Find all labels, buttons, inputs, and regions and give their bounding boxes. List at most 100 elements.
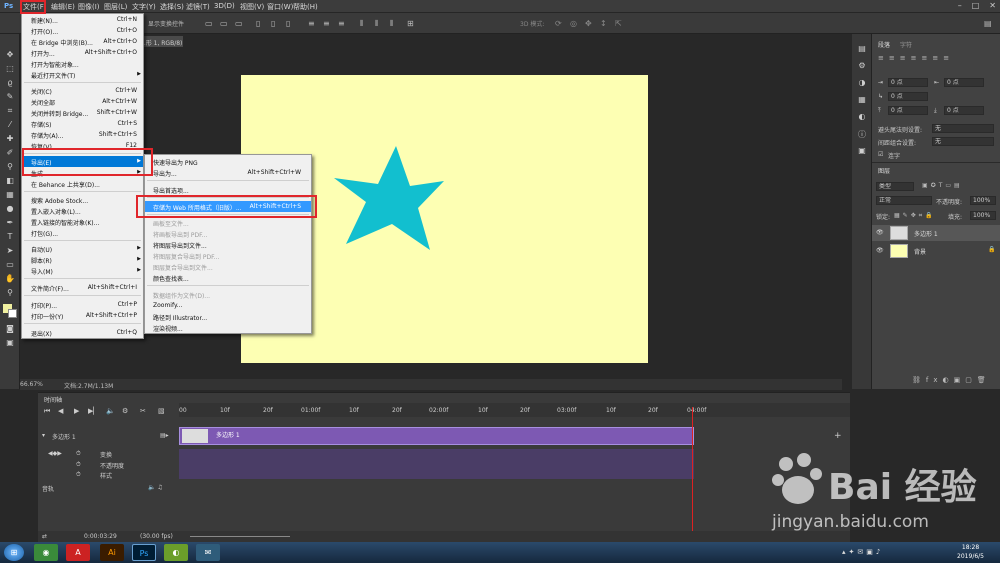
photoshop-icon[interactable]: Ps <box>132 544 156 561</box>
app-icon[interactable]: ◐ <box>164 544 188 561</box>
avoid-select[interactable]: 无 <box>932 124 994 133</box>
audio-icon[interactable]: 🔈 <box>106 407 115 415</box>
close-icon[interactable]: ✕ <box>989 1 996 10</box>
swatches-icon[interactable]: ▦ <box>855 95 869 106</box>
stopwatch-icon[interactable]: ⏱ <box>76 471 81 479</box>
menu-item-recent[interactable]: 最近打开文件(T) ▶ <box>22 69 143 80</box>
3d-slide-icon[interactable]: ↕ <box>600 19 607 28</box>
align-left-icon[interactable]: ▯ <box>256 19 260 28</box>
3d-scale-icon[interactable]: ⇱ <box>615 19 622 28</box>
minimize-icon[interactable]: – <box>958 1 962 10</box>
distribute-right-icon[interactable]: ⦀ <box>390 19 394 29</box>
properties-icon[interactable]: ⚙ <box>855 61 869 72</box>
workspace-switcher-icon[interactable]: ▤ <box>984 19 992 28</box>
paragraph-align-icons[interactable]: ≡≡≡≡≡≡≡ <box>878 54 988 64</box>
keyframe-nav-icon[interactable]: ◀◆▶ <box>48 450 62 457</box>
first-frame-icon[interactable]: ⏮ <box>44 407 50 416</box>
3d-roll-icon[interactable]: ◎ <box>570 19 577 28</box>
menu-item-close-all[interactable]: 关闭全部 Alt+Ctrl+W <box>22 96 143 107</box>
menu-item-new[interactable]: 新建(N)... Ctrl+N <box>22 14 143 25</box>
layer-name[interactable]: 多边形 1 <box>914 229 938 238</box>
clock[interactable]: 18:28 2019/6/5 <box>957 543 984 561</box>
menu-image[interactable]: 图像(I) <box>78 2 100 12</box>
illustrator-icon[interactable]: Ai <box>100 544 124 561</box>
brush-tool-icon[interactable]: ✐ <box>3 148 17 159</box>
stopwatch-icon[interactable]: ⏱ <box>76 450 81 458</box>
ps-logo-icon[interactable]: Ps <box>4 2 13 10</box>
menu-item-open-as[interactable]: 打开为... Alt+Shift+Ctrl+O <box>22 47 143 58</box>
path-select-tool-icon[interactable]: ➤ <box>3 246 17 257</box>
align-middle-icon[interactable]: ▭ <box>220 19 228 28</box>
opacity-field[interactable]: 100% <box>970 196 996 205</box>
lasso-tool-icon[interactable]: ϱ <box>3 78 17 89</box>
add-track-icon[interactable]: + <box>834 431 842 441</box>
maximize-icon[interactable]: □ <box>972 1 980 10</box>
move-tool-icon[interactable]: ✥ <box>3 50 17 61</box>
menu-item-export-as[interactable]: 导出为... Alt+Shift+Ctrl+W <box>145 167 311 178</box>
space-before-field[interactable]: 0 点 <box>888 106 928 115</box>
split-icon[interactable]: ✂ <box>140 407 146 415</box>
layer-row[interactable]: 👁 背景 🔒 <box>872 243 1000 259</box>
menu-item-open-smart[interactable]: 打开为智能对象... <box>22 58 143 69</box>
audio-track-row[interactable]: 音轨 🔈 ♫ <box>38 483 850 493</box>
background-color-swatch[interactable] <box>8 309 17 318</box>
layer-menu-icon[interactable]: ▤▸ <box>160 432 169 439</box>
pen-tool-icon[interactable]: ✒ <box>3 218 17 229</box>
menu-item-zoomify[interactable]: Zoomify... <box>145 300 311 311</box>
dodge-tool-icon[interactable]: ● <box>3 204 17 215</box>
hand-tool-icon[interactable]: ✋ <box>3 274 17 285</box>
info-icon[interactable]: ⓘ <box>855 129 869 140</box>
menu-layer[interactable]: 图层(L) <box>104 2 127 12</box>
menu-item-automate[interactable]: 自动(U) ▶ <box>22 243 143 254</box>
stamp-tool-icon[interactable]: ⚲ <box>3 162 17 173</box>
type-tool-icon[interactable]: T <box>3 232 17 243</box>
menu-item-save[interactable]: 存储(S) Ctrl+S <box>22 118 143 129</box>
menu-window[interactable]: 窗口(W) <box>267 2 293 12</box>
menu-item-save-as[interactable]: 存储为(A)... Shift+Ctrl+S <box>22 129 143 140</box>
next-frame-icon[interactable]: ▶▏ <box>88 407 99 415</box>
tab-layers[interactable]: 图层 <box>878 166 890 175</box>
layer-filter-icons[interactable]: ▣✪T▭▤ <box>922 182 963 189</box>
menu-item-export-prefs[interactable]: 导出首选项... <box>145 184 311 195</box>
menu-item-file-info[interactable]: 文件简介(F)... Alt+Shift+Ctrl+I <box>22 282 143 293</box>
menu-item-print-one[interactable]: 打印一份(Y) Alt+Shift+Ctrl+P <box>22 310 143 321</box>
menu-item-layers-files[interactable]: 将图层导出到文件... <box>145 239 311 250</box>
menu-view[interactable]: 视图(V) <box>240 2 264 12</box>
screen-mode-icon[interactable]: ▣ <box>3 338 17 349</box>
color-icon[interactable]: ◑ <box>855 78 869 89</box>
menu-item-color-lookup[interactable]: 颜色查找表... <box>145 272 311 283</box>
indent-left-field[interactable]: 0 点 <box>888 78 928 87</box>
app2-icon[interactable]: ✉ <box>196 544 220 561</box>
show-transform-label[interactable]: 显示变换控件 <box>148 19 184 28</box>
crop-tool-icon[interactable]: ⌗ <box>3 106 17 117</box>
video-clip[interactable]: 多边形 1 <box>179 427 694 445</box>
3d-pan-icon[interactable]: ✥ <box>585 19 592 28</box>
star-shape[interactable] <box>334 146 444 250</box>
menu-item-package[interactable]: 打包(G)... <box>22 227 143 238</box>
settings-icon[interactable]: ⚙ <box>122 407 128 415</box>
quick-select-tool-icon[interactable]: ✎ <box>3 92 17 103</box>
shape-tool-icon[interactable]: ▭ <box>3 260 17 271</box>
menu-3d[interactable]: 3D(D) <box>214 2 235 10</box>
menu-item-adobe-stock[interactable]: 搜索 Adobe Stock... <box>22 194 143 205</box>
hyphen-checkbox[interactable]: ☑ <box>878 151 883 158</box>
convert-frame-icon[interactable]: ⇄ <box>42 533 47 540</box>
timeline-ruler[interactable]: 00 10f 20f 01:00f 10f 20f 02:00f 10f 20f… <box>179 403 850 417</box>
menu-help[interactable]: 帮助(H) <box>293 2 318 12</box>
menu-select[interactable]: 选择(S) <box>160 2 184 12</box>
distribute-middle-icon[interactable]: ≡ <box>323 19 330 28</box>
menu-item-close[interactable]: 关闭(C) Ctrl+W <box>22 85 143 96</box>
paths-icon[interactable]: ▣ <box>855 146 869 157</box>
eye-icon[interactable]: 👁 <box>876 229 884 236</box>
distribute-left-icon[interactable]: ⦀ <box>360 19 364 29</box>
spacing-select[interactable]: 无 <box>932 137 994 146</box>
healing-tool-icon[interactable]: ✚ <box>3 134 17 145</box>
tab-character[interactable]: 字符 <box>900 40 912 49</box>
start-button-icon[interactable]: ⊞ <box>4 544 24 561</box>
history-icon[interactable]: ▤ <box>855 44 869 55</box>
prev-frame-icon[interactable]: ◀ <box>58 407 63 415</box>
tray-icons[interactable]: ▴✦✉▣♪ <box>842 548 883 556</box>
menu-item-browse-bridge[interactable]: 在 Bridge 中浏览(B)... Alt+Ctrl+O <box>22 36 143 47</box>
distribute-bottom-icon[interactable]: ≡ <box>338 19 345 28</box>
playhead[interactable] <box>692 407 693 543</box>
